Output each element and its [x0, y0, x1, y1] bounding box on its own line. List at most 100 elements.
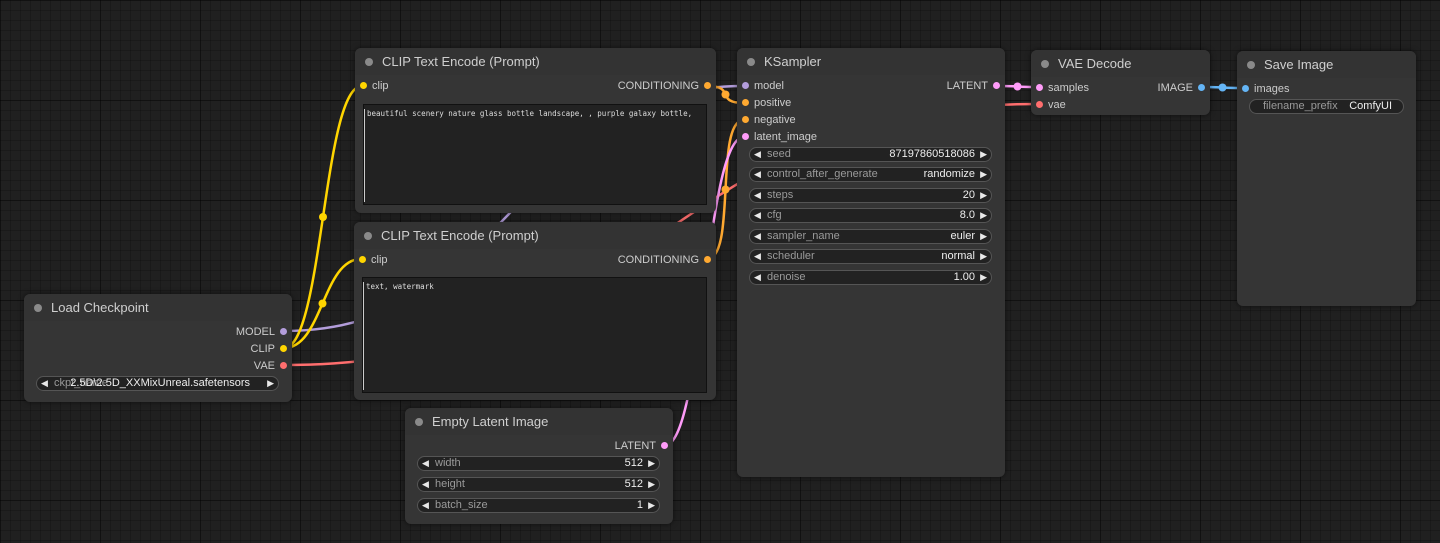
arrow-right-icon[interactable]: ▶ — [980, 209, 987, 222]
output-label-model: MODEL — [235, 326, 275, 338]
prompt-textarea[interactable]: beautiful scenery nature glass bottle la… — [363, 104, 707, 205]
sampler-name-combo[interactable]: ◀ sampler_name euler ▶ — [749, 229, 992, 244]
clip-text-encode-positive-node[interactable]: CLIP Text Encode (Prompt) clip CONDITION… — [355, 48, 716, 213]
arrow-right-icon[interactable]: ▶ — [648, 457, 655, 470]
output-label-clip: CLIP — [250, 343, 275, 355]
arrow-right-icon[interactable]: ▶ — [980, 230, 987, 243]
collapse-dot-icon[interactable] — [1247, 60, 1255, 69]
height-stepper[interactable]: ◀ height 512 ▶ — [417, 477, 660, 492]
output-label-vae: VAE — [253, 360, 275, 372]
arrow-right-icon[interactable]: ▶ — [980, 168, 987, 181]
widget-label: sampler_name — [767, 230, 840, 242]
widget-value: 8.0 — [959, 209, 975, 221]
batch-size-stepper[interactable]: ◀ batch_size 1 ▶ — [417, 498, 660, 513]
node-header[interactable]: VAE Decode — [1031, 50, 1210, 77]
denoise-stepper[interactable]: ◀ denoise 1.00 ▶ — [749, 270, 992, 285]
input-slot-model[interactable] — [742, 82, 749, 89]
scheduler-combo[interactable]: ◀ scheduler normal ▶ — [749, 249, 992, 264]
arrow-left-icon[interactable]: ◀ — [422, 499, 429, 512]
seed-stepper[interactable]: ◀ seed 87197860518086 ▶ — [749, 147, 992, 162]
collapse-dot-icon[interactable] — [415, 417, 423, 426]
arrow-left-icon[interactable]: ◀ — [754, 230, 761, 243]
node-header[interactable]: CLIP Text Encode (Prompt) — [355, 48, 716, 75]
ksampler-node[interactable]: KSampler model positive negative latent_… — [737, 48, 1005, 477]
collapse-dot-icon[interactable] — [747, 57, 755, 66]
node-header[interactable]: Load Checkpoint — [24, 294, 292, 321]
node-title: KSampler — [764, 54, 822, 69]
input-label-clip: clip — [372, 80, 389, 92]
output-slot-clip[interactable] — [280, 345, 287, 352]
arrow-left-icon[interactable]: ◀ — [754, 250, 761, 263]
wire-midpoint-handle[interactable] — [319, 213, 327, 221]
input-slot-clip[interactable] — [360, 82, 367, 89]
input-slot-positive[interactable] — [742, 99, 749, 106]
arrow-right-icon[interactable]: ▶ — [980, 271, 987, 284]
ckpt-name-combo[interactable]: ◀ ckpt_name 2.5D\2.5D_XXMixUnreal.safete… — [36, 376, 279, 391]
arrow-right-icon[interactable]: ▶ — [980, 148, 987, 161]
output-slot-model[interactable] — [280, 328, 287, 335]
cfg-stepper[interactable]: ◀ cfg 8.0 ▶ — [749, 208, 992, 223]
arrow-right-icon[interactable]: ▶ — [980, 250, 987, 263]
widget-value: randomize — [923, 168, 975, 180]
input-slot-vae[interactable] — [1036, 101, 1043, 108]
node-header[interactable]: KSampler — [737, 48, 1005, 75]
arrow-left-icon[interactable]: ◀ — [754, 271, 761, 284]
node-title: CLIP Text Encode (Prompt) — [381, 228, 539, 243]
arrow-right-icon[interactable]: ▶ — [648, 499, 655, 512]
output-slot-vae[interactable] — [280, 362, 287, 369]
arrow-left-icon[interactable]: ◀ — [754, 168, 761, 181]
wire-midpoint-handle[interactable] — [1013, 82, 1022, 91]
prompt-textarea[interactable]: text, watermark — [362, 277, 707, 393]
output-slot-latent[interactable] — [993, 82, 1000, 89]
wire-midpoint-handle[interactable] — [721, 185, 730, 194]
output-slot-image[interactable] — [1198, 84, 1205, 91]
arrow-left-icon[interactable]: ◀ — [754, 209, 761, 222]
steps-stepper[interactable]: ◀ steps 20 ▶ — [749, 188, 992, 203]
width-stepper[interactable]: ◀ width 512 ▶ — [417, 456, 660, 471]
arrow-left-icon[interactable]: ◀ — [754, 148, 761, 161]
output-slot-conditioning[interactable] — [704, 82, 711, 89]
output-slot-conditioning[interactable] — [704, 256, 711, 263]
node-header[interactable]: Empty Latent Image — [405, 408, 673, 435]
arrow-left-icon[interactable]: ◀ — [41, 377, 48, 390]
arrow-right-icon[interactable]: ▶ — [648, 478, 655, 491]
arrow-left-icon[interactable]: ◀ — [422, 457, 429, 470]
node-header[interactable]: CLIP Text Encode (Prompt) — [354, 222, 716, 249]
node-title: VAE Decode — [1058, 56, 1132, 71]
input-slot-negative[interactable] — [742, 116, 749, 123]
vae-decode-node[interactable]: VAE Decode samples vae IMAGE — [1031, 50, 1210, 115]
load-checkpoint-node[interactable]: Load Checkpoint MODEL CLIP VAE ◀ ckpt_na… — [24, 294, 292, 402]
widget-value: ComfyUI — [1349, 100, 1392, 112]
arrow-right-icon[interactable]: ▶ — [980, 189, 987, 202]
widget-value: 1 — [636, 499, 643, 511]
wire-midpoint-handle[interactable] — [1218, 83, 1227, 92]
widget-label: height — [435, 478, 465, 490]
control-after-generate-combo[interactable]: ◀ control_after_generate randomize ▶ — [749, 167, 992, 182]
arrow-left-icon[interactable]: ◀ — [754, 189, 761, 202]
filename-prefix-input[interactable]: filename_prefix ComfyUI — [1249, 99, 1404, 114]
collapse-dot-icon[interactable] — [365, 57, 373, 66]
empty-latent-image-node[interactable]: Empty Latent Image LATENT ◀ width 512 ▶ … — [405, 408, 673, 524]
widget-value: euler — [950, 230, 975, 242]
widget-label: control_after_generate — [767, 168, 878, 180]
node-header[interactable]: Save Image — [1237, 51, 1416, 78]
connection-wires — [283, 82, 1245, 448]
wire-midpoint-handle[interactable] — [318, 299, 327, 308]
collapse-dot-icon[interactable] — [1041, 59, 1049, 68]
output-label-conditioning: CONDITIONING — [617, 254, 699, 266]
collapse-dot-icon[interactable] — [34, 303, 42, 312]
output-label-image: IMAGE — [1157, 82, 1193, 94]
widget-value: 87197860518086 — [889, 148, 975, 160]
wire-midpoint-handle[interactable] — [721, 90, 730, 99]
arrow-right-icon[interactable]: ▶ — [267, 377, 274, 390]
input-slot-latent-image[interactable] — [742, 133, 749, 140]
input-slot-samples[interactable] — [1036, 84, 1043, 91]
widget-label: filename_prefix — [1263, 100, 1338, 112]
arrow-left-icon[interactable]: ◀ — [422, 478, 429, 491]
clip-text-encode-negative-node[interactable]: CLIP Text Encode (Prompt) clip CONDITION… — [354, 222, 716, 400]
collapse-dot-icon[interactable] — [364, 231, 372, 240]
output-slot-latent[interactable] — [661, 442, 668, 449]
input-slot-images[interactable] — [1242, 85, 1249, 92]
save-image-node[interactable]: Save Image images filename_prefix ComfyU… — [1237, 51, 1416, 306]
input-slot-clip[interactable] — [359, 256, 366, 263]
